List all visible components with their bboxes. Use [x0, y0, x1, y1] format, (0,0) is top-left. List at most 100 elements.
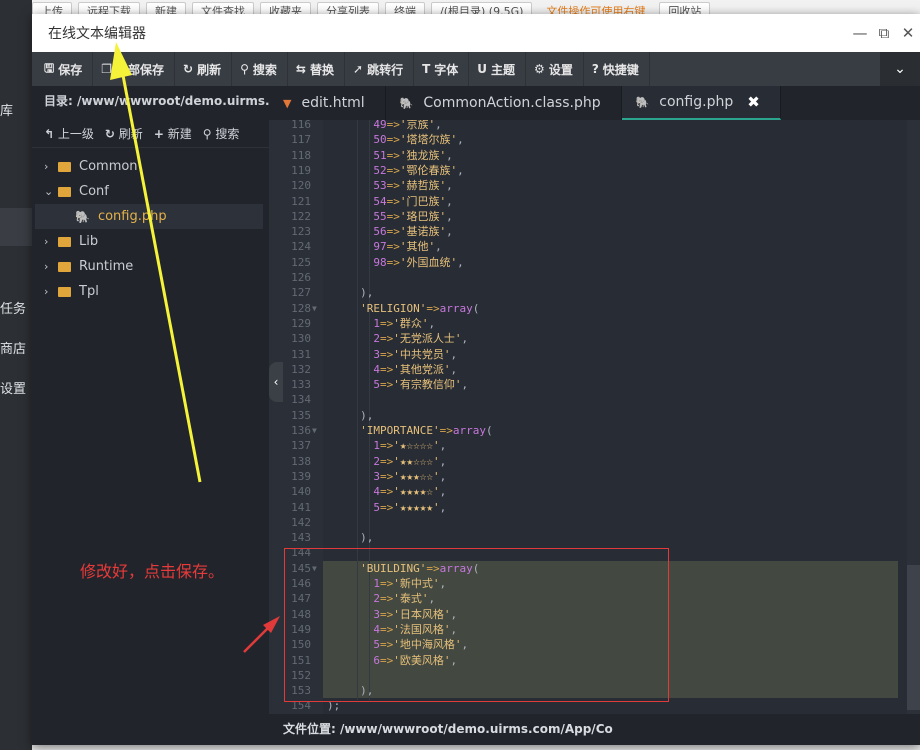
replace-button[interactable]: ⇆ 替换	[288, 52, 345, 86]
background-tab[interactable]: 收藏夹	[260, 2, 311, 14]
maximize-icon[interactable]: ⧉	[872, 24, 896, 42]
background-sidebar-item[interactable]: 设置	[0, 378, 26, 397]
editor-scrollbar[interactable]	[907, 120, 920, 714]
code-line[interactable]: 127 ),	[269, 285, 907, 300]
code-operator: =>	[379, 469, 394, 483]
background-toolbar: 上传 远程下载 新建 文件查找 收藏夹 分享列表 终端 /(根目录) (9.5G) 文件操作可使…	[32, 0, 920, 14]
code-line[interactable]: 131 3=>'中共党员',	[269, 347, 907, 362]
code-line[interactable]: 134	[269, 392, 907, 407]
line-number: 131	[291, 347, 311, 361]
line-number: 143	[291, 531, 311, 545]
save-button[interactable]: 🖫 保存	[36, 52, 94, 86]
code-text: ),	[360, 408, 374, 422]
code-operator: =>	[379, 500, 394, 514]
code-line[interactable]: 119 52=>'鄂伦春族',	[269, 163, 907, 178]
line-number: 119	[291, 163, 311, 177]
parent-dir-button[interactable]: ↰ 上一级	[44, 125, 94, 142]
code-line[interactable]: 140 4=>'★★★★☆',	[269, 484, 907, 499]
code-line[interactable]: 121 54=>'门巴族',	[269, 194, 907, 209]
code-line[interactable]: 143 ),	[269, 530, 907, 545]
font-button[interactable]: T 字体	[414, 52, 470, 86]
code-text: 'RELIGION'=>array(	[360, 301, 480, 315]
chevron-down-icon[interactable]: ⌄	[880, 52, 920, 86]
shortcuts-button[interactable]: ? 快捷键	[584, 52, 650, 86]
line-number: 127	[291, 286, 311, 300]
search-label: 搜索	[252, 62, 277, 77]
folder-icon	[58, 161, 71, 172]
line-number: 128	[291, 301, 311, 315]
background-tab[interactable]: 分享列表	[317, 2, 379, 14]
code-line[interactable]: 117 50=>'塔塔尔族',	[269, 132, 907, 147]
code-line[interactable]: 141 5=>'★★★★★',	[269, 500, 907, 515]
code-key: 1	[373, 439, 380, 453]
background-tab[interactable]: 远程下载	[78, 2, 140, 14]
collapse-sidebar-icon[interactable]: ‹	[269, 362, 283, 402]
background-tab[interactable]: 新建	[146, 2, 186, 14]
code-text: 56=>'基诺族',	[373, 225, 453, 239]
background-sidebar-item[interactable]: 商店	[0, 338, 26, 357]
minimize-icon[interactable]: —	[848, 24, 872, 42]
background-tab[interactable]: 文件查找	[192, 2, 254, 14]
scrollbar-thumb[interactable]	[907, 565, 920, 710]
code-line[interactable]: 137 1=>'★☆☆☆☆',	[269, 438, 907, 453]
theme-button[interactable]: U 主题	[469, 52, 527, 86]
background-tab[interactable]: 上传	[32, 2, 72, 14]
code-line[interactable]: 139 3=>'★★★☆☆',	[269, 469, 907, 484]
code-string: '其他'	[399, 240, 436, 254]
code-operator: =>	[379, 332, 394, 346]
code-operator: =>	[439, 424, 453, 437]
code-line[interactable]: 118 51=>'独龙族',	[269, 148, 907, 163]
up-arrow-icon: ↰	[44, 127, 55, 141]
code-line[interactable]: 126	[269, 270, 907, 285]
code-line[interactable]: 136 ▼ 'IMPORTANCE'=>array(	[269, 423, 907, 438]
code-line[interactable]: 138 2=>'★★☆☆☆',	[269, 454, 907, 469]
code-line[interactable]: 132 4=>'其他党派',	[269, 362, 907, 377]
code-string: '★☆☆☆☆'	[393, 439, 440, 453]
code-string: '★★★★☆'	[393, 485, 440, 499]
code-line[interactable]: 123 56=>'基诺族',	[269, 224, 907, 239]
settings-button[interactable]: ⚙ 设置	[526, 52, 584, 86]
chevron-right-icon: ›	[44, 260, 49, 273]
background-sidebar-item[interactable]: 任务	[0, 298, 26, 317]
code-line[interactable]: 130 2=>'无党派人士',	[269, 331, 907, 346]
line-number: 135	[291, 408, 311, 422]
close-icon[interactable]: ✕	[896, 24, 920, 42]
code-line[interactable]: 129 1=>'群众',	[269, 316, 907, 331]
background-tab[interactable]: 终端	[385, 2, 425, 14]
code-keyword: array	[439, 301, 473, 315]
goto-line-button[interactable]: ➚ 跳转行	[345, 52, 415, 86]
code-line[interactable]: 135 ),	[269, 408, 907, 423]
code-line[interactable]: 124 97=>'其他',	[269, 239, 907, 254]
line-number: 126	[291, 271, 311, 284]
code-line[interactable]: 142	[269, 515, 907, 530]
code-string: '赫哲族'	[399, 179, 447, 193]
tree-label: Conf	[79, 184, 109, 199]
background-recycle-bin[interactable]: 回收站	[659, 2, 711, 14]
folder-icon	[58, 261, 71, 272]
search-button[interactable]: ⚲ 搜索	[232, 52, 288, 86]
code-line[interactable]: 122 55=>'珞巴族',	[269, 209, 907, 224]
code-line[interactable]: 128 ▼ 'RELIGION'=>array(	[269, 301, 907, 316]
code-line[interactable]: 120 53=>'赫哲族',	[269, 178, 907, 193]
tab-commonaction-php[interactable]: 🐘 CommonAction.class.php	[386, 86, 622, 120]
tab-config-php[interactable]: 🐘 config.php ✖	[621, 86, 781, 120]
code-operator: =>	[386, 209, 400, 223]
code-line[interactable]: 133 5=>'有宗教信仰',	[269, 377, 907, 392]
background-tab[interactable]: /(根目录) (9.5G)	[431, 2, 533, 14]
close-tab-icon[interactable]: ✖	[747, 93, 760, 111]
settings-label: 设置	[548, 62, 573, 77]
code-line[interactable]: 125 98=>'外国血统',	[269, 255, 907, 270]
folder-icon	[58, 186, 71, 197]
code-line[interactable]: 116 49=>'京族',	[269, 120, 907, 132]
tab-edit-html[interactable]: ▼ edit.html	[269, 86, 386, 120]
code-key: 55	[373, 209, 387, 223]
code-text: 1=>'★☆☆☆☆',	[373, 439, 447, 453]
theme-icon: U	[477, 62, 488, 76]
code-key: 1	[373, 316, 380, 330]
code-string: '★★★☆☆'	[393, 469, 440, 483]
background-sidebar-item[interactable]: 库	[0, 100, 13, 119]
line-number: 137	[291, 439, 311, 453]
gear-icon: ⚙	[534, 62, 545, 76]
line-number: 120	[291, 179, 311, 193]
code-string: '★★★★★'	[393, 500, 440, 514]
